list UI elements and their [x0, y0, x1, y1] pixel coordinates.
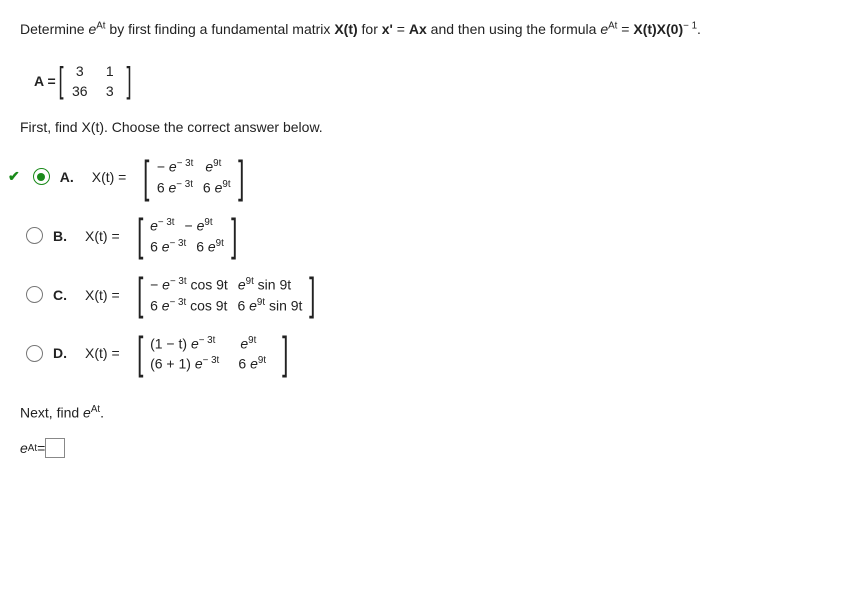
choice-matrix: [(1 − t) e− 3te9t(6 + 1) e− 3t6 e9t] — [134, 331, 292, 376]
choice-b[interactable]: B. X(t) = [e− 3t− e9t6 e− 3t6 e9t] — [26, 213, 822, 258]
choice-group: ✔A.X(t) = [− e− 3te9t6 e− 3t6 e9t]B.X(t)… — [26, 155, 822, 376]
choice-label: B. — [53, 228, 75, 244]
choice-matrix: [− e− 3t cos 9te9t sin 9t6 e− 3t cos 9t6… — [134, 272, 319, 317]
choice-d[interactable]: D. X(t) = [(1 − t) e− 3te9t(6 + 1) e− 3t6… — [26, 331, 822, 376]
choice-a[interactable]: ✔A.X(t) = [− e− 3te9t6 e− 3t6 e9t] — [26, 155, 822, 200]
choice-label: A. — [60, 169, 82, 185]
radio-c[interactable] — [26, 286, 43, 303]
prompt-find-xt: First, find X(t). Choose the correct ans… — [20, 119, 822, 135]
answer-line: eAt = — [20, 438, 822, 458]
question-text: Determine eAt by first finding a fundame… — [20, 16, 822, 43]
choice-label: C. — [53, 287, 75, 303]
choice-lhs: X(t) = — [85, 287, 120, 303]
choice-lhs: X(t) = — [85, 228, 120, 244]
choice-matrix: [e− 3t− e9t6 e− 3t6 e9t] — [134, 213, 241, 258]
radio-a[interactable] — [33, 168, 50, 185]
choice-lhs: X(t) = — [92, 169, 127, 185]
correct-check-icon: ✔ — [8, 168, 20, 185]
choice-lhs: X(t) = — [85, 345, 120, 361]
radio-d[interactable] — [26, 345, 43, 362]
prompt-find-eat: Next, find eAt. — [20, 404, 822, 421]
choice-c[interactable]: C. X(t) = [− e− 3t cos 9te9t sin 9t6 e− 3… — [26, 272, 822, 317]
choice-matrix: [− e− 3te9t6 e− 3t6 e9t] — [140, 155, 247, 200]
radio-b[interactable] — [26, 227, 43, 244]
matrix-a-display: A = [ 31 363 ] — [34, 61, 822, 101]
choice-label: D. — [53, 345, 75, 361]
answer-input[interactable] — [45, 438, 65, 458]
